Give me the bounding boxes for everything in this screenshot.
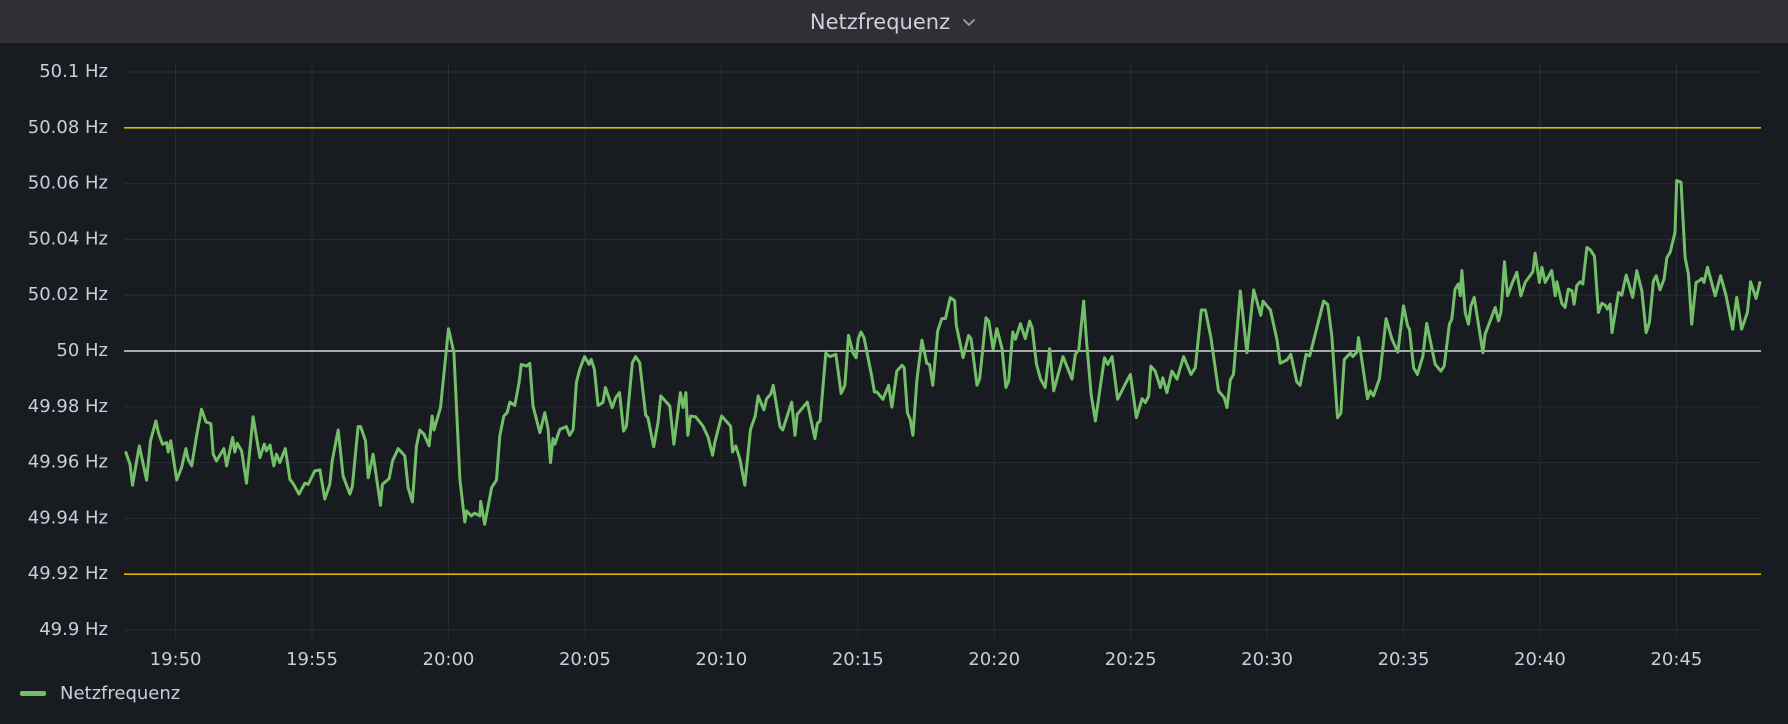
x-tick-label: 20:25 [1105, 649, 1157, 670]
x-axis: 19:50 19:55 20:00 20:05 20:10 20:15 20:20 20:25… [150, 649, 1703, 670]
x-tick-label: 20:40 [1514, 649, 1566, 670]
panel-title[interactable]: Netzfrequenz [810, 10, 950, 34]
y-tick-label: 50.02 Hz [28, 284, 108, 305]
x-tick-label: 20:20 [968, 649, 1020, 670]
y-tick-label: 49.94 Hz [28, 507, 108, 528]
y-tick-label: 49.9 Hz [39, 619, 108, 640]
x-tick-label: 20:00 [423, 649, 475, 670]
legend-item-netzfrequenz[interactable]: Netzfrequenz [20, 683, 180, 704]
y-tick-label: 49.96 Hz [28, 452, 108, 473]
x-tick-label: 19:50 [150, 649, 202, 670]
panel-header[interactable]: Netzfrequenz [0, 0, 1788, 43]
y-tick-label: 50 Hz [56, 340, 108, 361]
legend-swatch [20, 691, 46, 696]
x-tick-label: 20:45 [1650, 649, 1702, 670]
x-tick-label: 20:30 [1241, 649, 1293, 670]
chevron-down-icon[interactable] [960, 13, 978, 31]
x-tick-label: 20:05 [559, 649, 611, 670]
x-tick-label: 19:55 [286, 649, 338, 670]
y-tick-label: 50.06 Hz [28, 173, 108, 194]
x-tick-label: 20:35 [1378, 649, 1430, 670]
x-tick-label: 20:15 [832, 649, 884, 670]
threshold-lines [124, 127, 1761, 576]
legend-label: Netzfrequenz [60, 683, 181, 704]
y-tick-label: 49.92 Hz [28, 563, 108, 584]
y-tick-label: 50.1 Hz [39, 61, 108, 82]
x-tick-label: 20:10 [695, 649, 747, 670]
y-tick-label: 50.04 Hz [28, 228, 108, 249]
line-chart: 50.1 Hz 50.08 Hz 50.06 Hz 50.04 Hz 50.02 Hz 5… [28, 61, 1762, 670]
y-tick-label: 50.08 Hz [28, 117, 108, 138]
y-axis: 50.1 Hz 50.08 Hz 50.06 Hz 50.04 Hz 50.02 Hz 5… [28, 61, 108, 640]
series-line-netzfrequenz [124, 179, 1762, 526]
series-layer [124, 179, 1762, 526]
y-tick-label: 49.98 Hz [28, 396, 108, 417]
